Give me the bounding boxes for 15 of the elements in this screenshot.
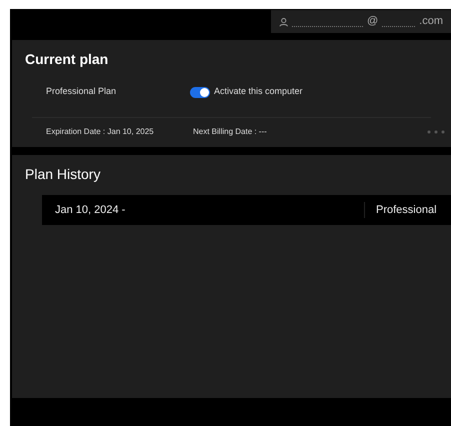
next-billing-date: Next Billing Date : --- <box>193 126 267 138</box>
email-domain: .com <box>419 14 443 30</box>
email-at: @ <box>367 14 378 30</box>
redaction-mark <box>382 24 416 26</box>
panel-title: Current plan <box>25 50 110 69</box>
activate-toggle[interactable] <box>190 86 210 98</box>
plan-cell-text: Professional <box>376 202 437 218</box>
activate-label: Activate this computer <box>214 85 303 98</box>
period-cell-text: Jan 10, 2024 - <box>55 202 126 218</box>
expiration-date: Expiration Date : Jan 10, 2025 <box>46 126 155 138</box>
redaction-mark <box>292 24 364 26</box>
user-icon <box>279 16 288 26</box>
account-badge[interactable]: @ .com <box>271 10 451 33</box>
plan-name: Professional Plan <box>46 85 118 98</box>
panel-title: Plan History <box>25 165 102 184</box>
